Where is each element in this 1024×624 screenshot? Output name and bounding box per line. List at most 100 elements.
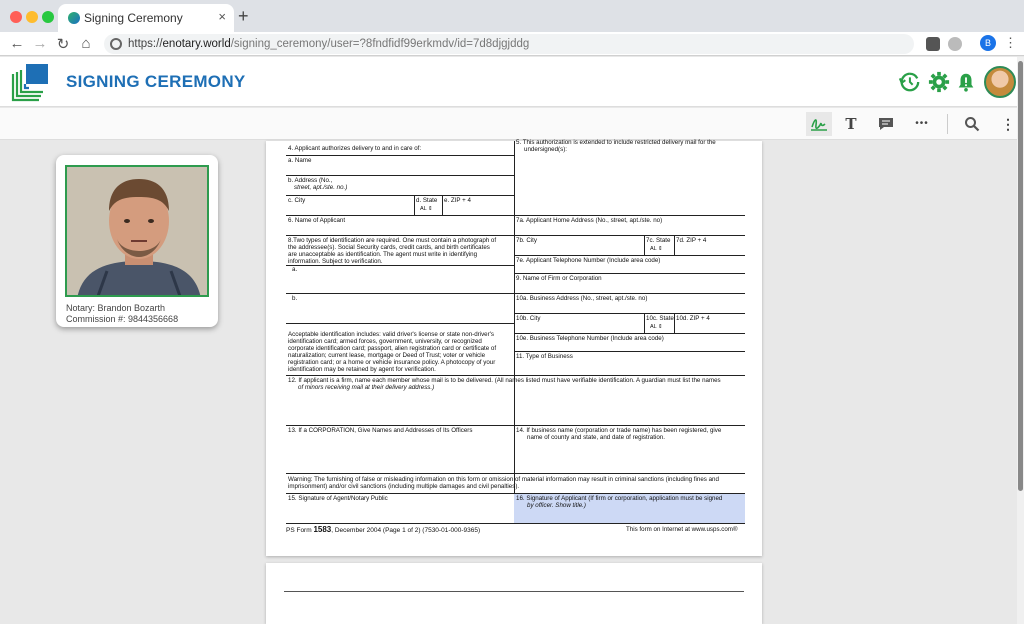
gear-icon[interactable] (928, 71, 950, 93)
rule (514, 255, 745, 256)
rule (442, 195, 443, 215)
rule (286, 323, 514, 324)
close-window-button[interactable] (10, 11, 22, 23)
warning-line2: imprisonment) and/or civil sanctions (in… (288, 483, 520, 490)
rule (286, 265, 514, 266)
rule (514, 333, 745, 334)
search-icon (965, 117, 980, 132)
rule (286, 425, 745, 426)
browser-menu-icon[interactable]: ⋮ (1004, 35, 1017, 51)
rule (286, 523, 745, 524)
field-4-label: 4. Applicant authorizes delivery to and … (288, 145, 422, 152)
document-page-2 (266, 563, 762, 624)
form-footer-right: This form on Internet at www.usps.com® (626, 526, 738, 533)
close-tab-icon[interactable]: × (218, 9, 226, 24)
field-4c-label: c. City (288, 197, 306, 204)
rule (286, 473, 745, 474)
notary-commission-number: Commission #: 9844356668 (66, 314, 179, 324)
field-7b-label: 7b. City (516, 237, 537, 244)
rule (514, 313, 745, 314)
rule (644, 235, 645, 255)
field-16-label-cont: by officer. Show title.) (527, 502, 586, 509)
rule (514, 273, 745, 274)
state-value: AL (650, 246, 657, 252)
field-8a-label: a. (292, 266, 298, 273)
field-10d-label: 10d. ZIP + 4 (676, 315, 710, 322)
signature-tool-button[interactable] (806, 112, 832, 136)
notary-video-card: Notary: Brandon Bozarth Commission #: 98… (56, 155, 218, 327)
acceptable-id-line6: identification may be retained by agent … (288, 366, 436, 373)
form-divider (514, 141, 515, 523)
field-4a-label: a. Name (288, 157, 312, 164)
rule (414, 195, 415, 215)
footer-suffix: , December 2004 (Page 1 of 2) (7530-01-0… (331, 527, 481, 534)
notary-name: Notary: Brandon Bozarth (66, 303, 166, 313)
field-12-label-cont: of minors receiving mail at their delive… (298, 384, 435, 391)
back-icon[interactable]: ← (8, 35, 26, 52)
url-path: /signing_ceremony/user=?8fndfidf99erkmdv… (230, 38, 530, 50)
state-select-10c[interactable]: AL ⇕ (650, 324, 663, 330)
field-10a-label: 10a. Business Address (No., street, apt.… (516, 295, 648, 302)
rule (286, 155, 514, 156)
form-footer-left: PS Form 1583, December 2004 (Page 1 of 2… (286, 525, 480, 535)
rule (514, 293, 745, 294)
rule (286, 195, 514, 196)
field-7d-label: 7d. ZIP + 4 (676, 237, 707, 244)
rule (674, 313, 675, 333)
cloud-extension-icon[interactable] (948, 37, 962, 51)
field-4b-hint: street, apt./ste. no.) (294, 184, 348, 191)
notification-bell-icon[interactable] (955, 71, 977, 93)
field-13-label: 13. If a CORPORATION, Give Names and Add… (288, 427, 473, 434)
comment-tool-button[interactable] (873, 112, 899, 136)
browser-tab[interactable]: Signing Ceremony × (58, 4, 234, 32)
rule (284, 591, 744, 592)
notary-video-feed (65, 165, 209, 297)
rule (644, 313, 645, 333)
minimize-window-button[interactable] (26, 11, 38, 23)
url-host: enotary.world (162, 38, 231, 50)
site-info-icon[interactable] (110, 38, 122, 50)
field-10e-label: 10e. Business Telephone Number (Include … (516, 335, 664, 342)
home-icon[interactable]: ⌂ (77, 35, 95, 52)
rule (286, 235, 745, 236)
state-select-4d[interactable]: AL ⇕ (420, 206, 433, 212)
field-11-label: 11. Type of Business (516, 353, 573, 360)
history-icon[interactable] (898, 71, 920, 93)
notary-portrait-image (67, 167, 207, 295)
state-value: AL (650, 324, 657, 330)
field-5-label-cont: undersigned(s): (524, 146, 567, 153)
extension-icon[interactable] (926, 37, 940, 51)
field-4e-label: e. ZIP + 4 (444, 197, 471, 204)
browser-profile-button[interactable]: B (980, 35, 996, 51)
document-toolbar: T ••• ⋮ (0, 108, 1024, 140)
url-input[interactable]: https://enotary.world/signing_ceremony/u… (104, 34, 914, 54)
signature-icon (811, 119, 827, 131)
field-7c-label: 7c. State (646, 237, 671, 244)
maximize-window-button[interactable] (42, 11, 54, 23)
search-button[interactable] (959, 112, 985, 136)
footer-prefix: PS Form (286, 527, 314, 534)
rule (674, 235, 675, 255)
rule (286, 175, 514, 176)
field-4d-label: d. State (416, 197, 438, 204)
field-10c-label: 10c. State (646, 315, 674, 322)
reload-icon[interactable]: ↻ (54, 35, 72, 53)
more-tools-button[interactable]: ••• (909, 112, 935, 136)
state-select-7c[interactable]: AL ⇕ (650, 246, 663, 252)
app-header: SIGNING CEREMONY (0, 57, 1024, 107)
rule (286, 215, 745, 216)
document-page-1: 4. Applicant authorizes delivery to and … (266, 139, 762, 556)
new-tab-button[interactable]: + (238, 6, 249, 27)
page-scrollbar[interactable] (1017, 57, 1024, 624)
toolbar-divider (947, 114, 948, 134)
field-10b-label: 10b. City (516, 315, 541, 322)
field-9-label: 9. Name of Firm or Corporation (516, 275, 602, 282)
text-tool-button[interactable]: T (838, 112, 864, 136)
address-bar-row: ← → ↻ ⌂ https://enotary.world/signing_ce… (0, 32, 1024, 56)
user-avatar[interactable] (984, 66, 1016, 98)
form-number: 1583 (313, 525, 332, 534)
url-scheme: https:// (128, 38, 163, 50)
scrollbar-thumb[interactable] (1018, 61, 1023, 491)
app-title: SIGNING CEREMONY (66, 72, 246, 91)
forward-icon[interactable]: → (31, 35, 49, 52)
